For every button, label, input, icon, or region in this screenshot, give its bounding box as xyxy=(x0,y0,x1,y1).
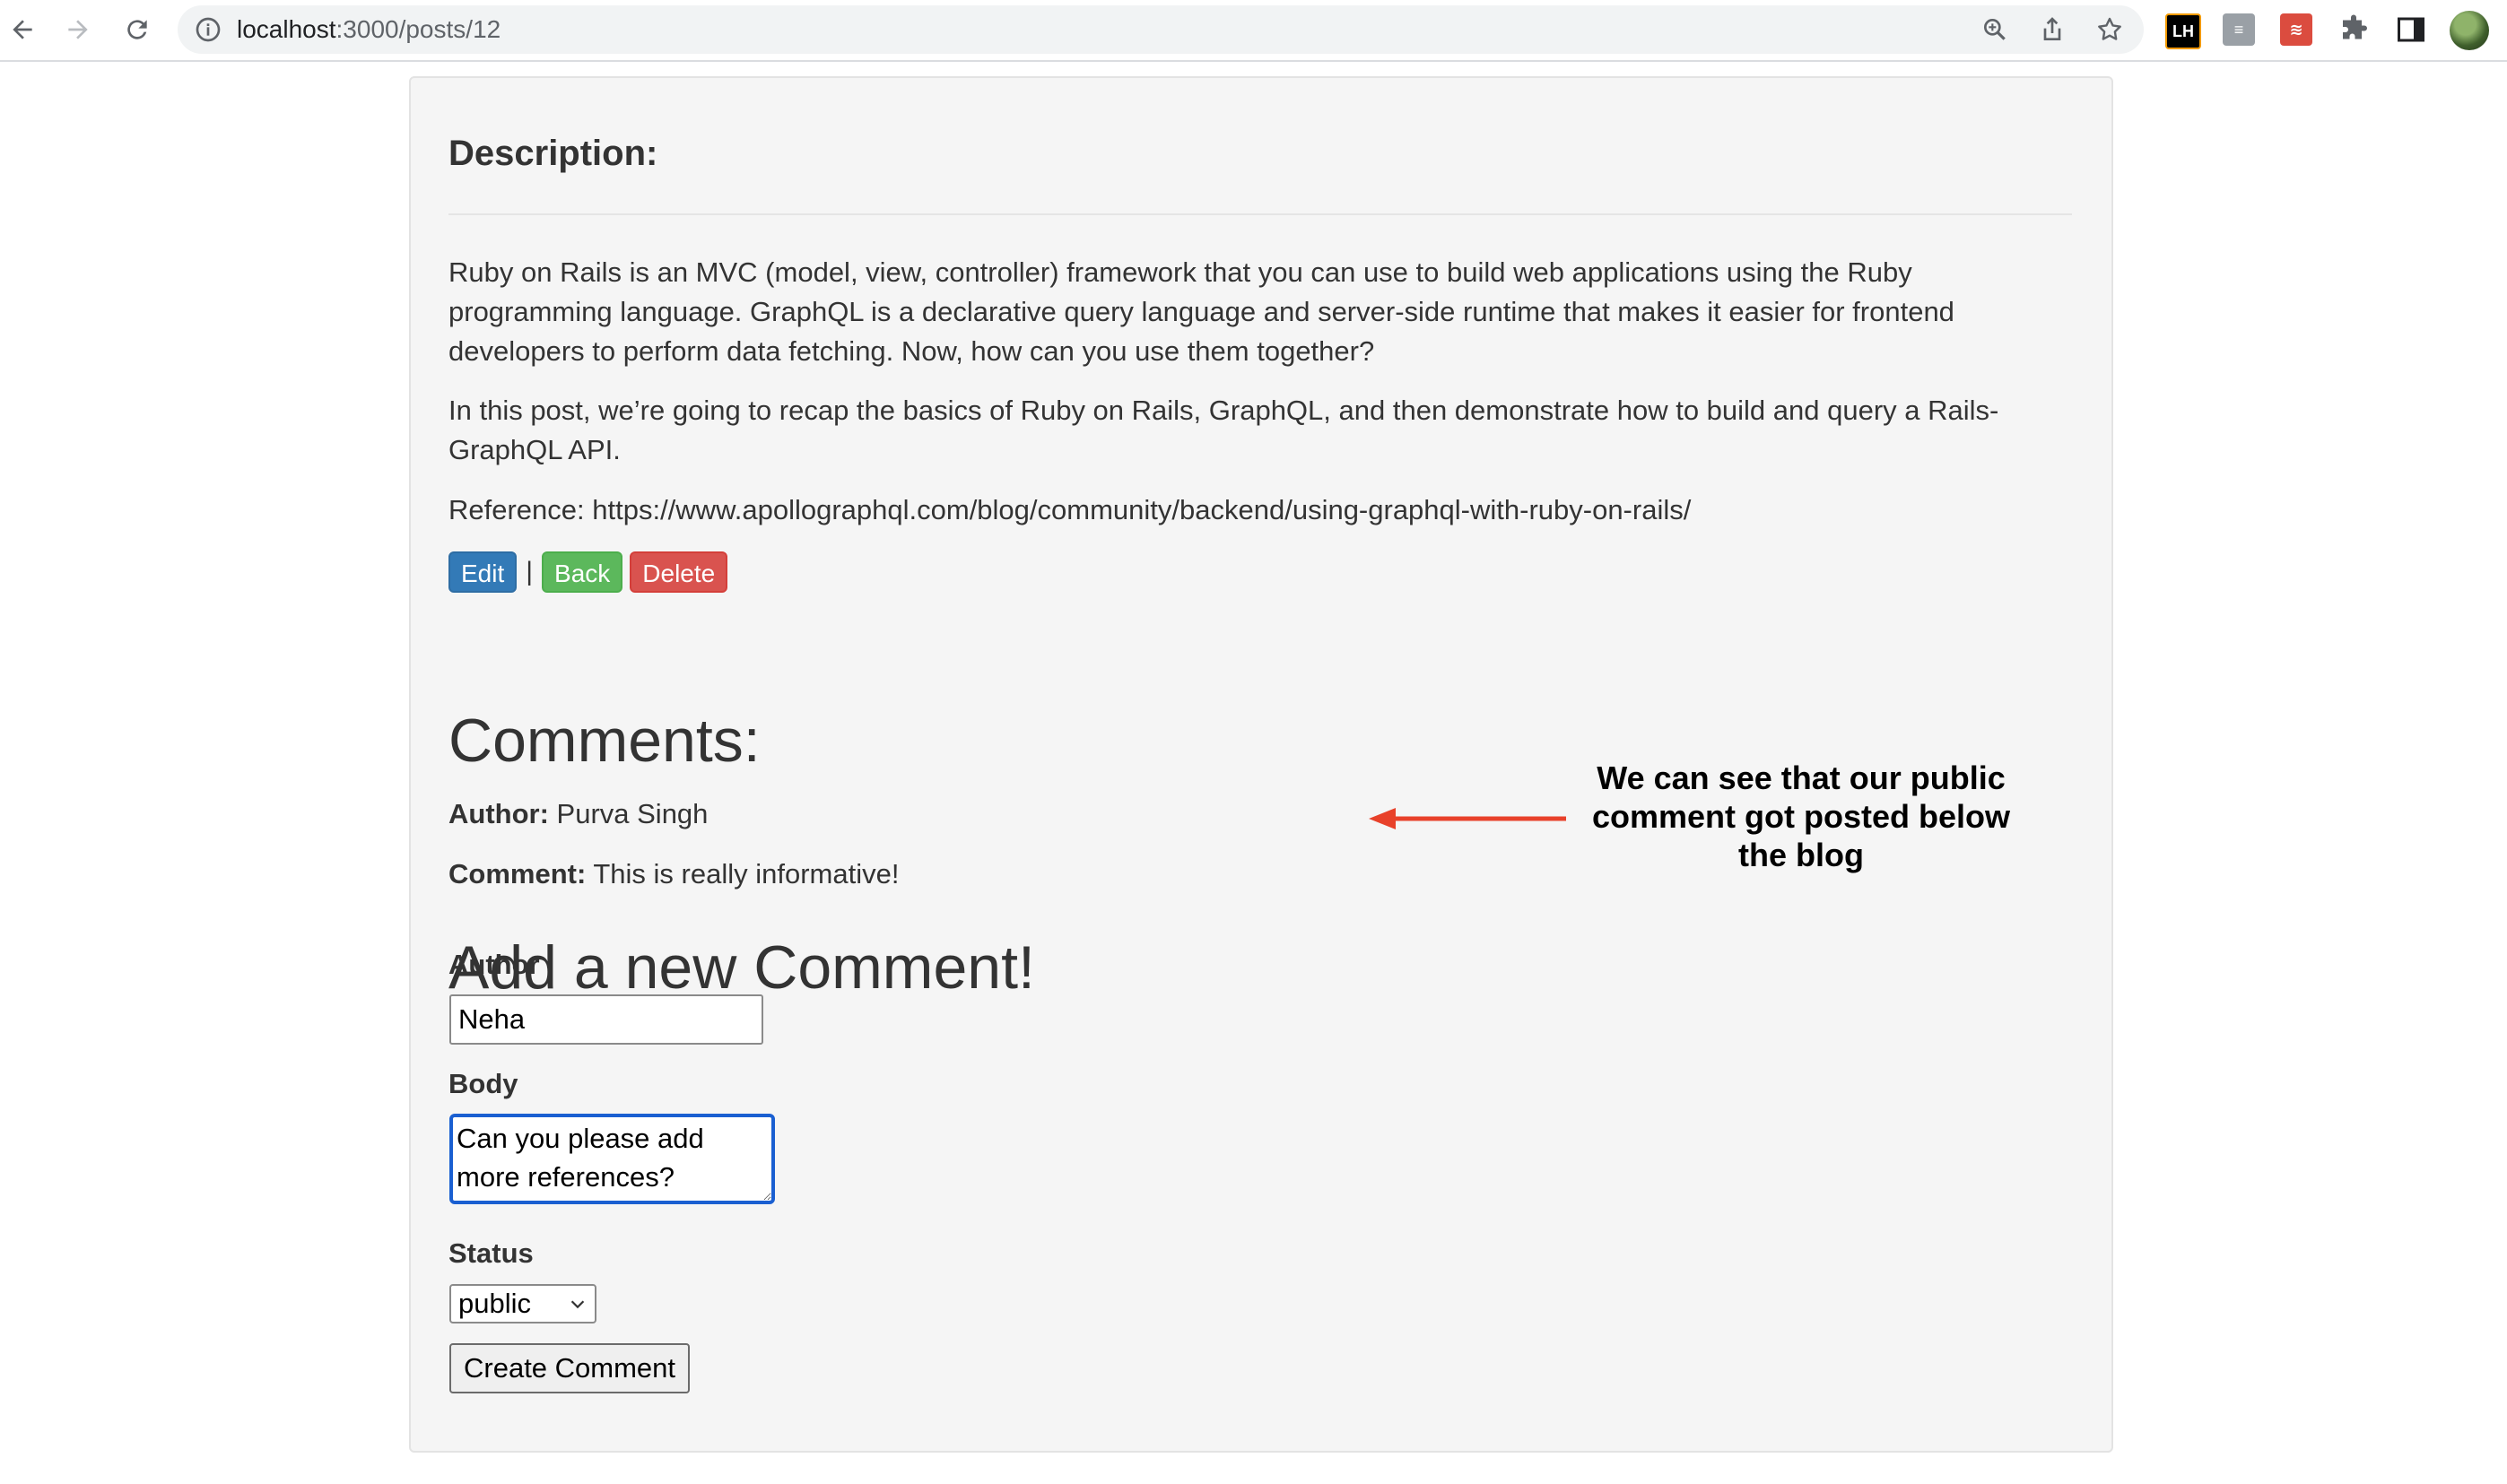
url-path: :3000/posts/12 xyxy=(335,15,501,43)
bookmark-star-icon[interactable] xyxy=(2095,15,2124,44)
delete-button[interactable]: Delete xyxy=(630,551,728,593)
reload-icon[interactable] xyxy=(117,9,158,50)
annotation-callout: We can see that our public comment got p… xyxy=(1591,759,2010,873)
body-field-label: Body xyxy=(448,1068,518,1099)
author-input[interactable] xyxy=(449,994,763,1045)
status-field-label: Status xyxy=(448,1237,534,1269)
comments-heading: Comments: xyxy=(448,707,761,775)
divider xyxy=(448,213,2072,215)
todoist-extension-icon[interactable]: ≋ xyxy=(2280,13,2312,46)
info-icon[interactable] xyxy=(194,15,222,44)
description-paragraph-1: Ruby on Rails is an MVC (model, view, co… xyxy=(448,256,1954,367)
comment-body-line: Comment: This is really informative! xyxy=(448,858,899,890)
share-icon[interactable] xyxy=(2038,15,2067,44)
zoom-icon[interactable] xyxy=(1980,15,2009,44)
url-text[interactable]: localhost:3000/posts/12 xyxy=(237,5,501,54)
action-separator: | xyxy=(526,557,534,586)
extensions-puzzle-icon[interactable] xyxy=(2337,13,2370,46)
profile-avatar[interactable] xyxy=(2450,11,2489,50)
reference-paragraph: Reference: https://www.apollographql.com… xyxy=(448,494,1692,525)
lighthouse-extension-icon[interactable]: LH xyxy=(2165,13,2201,49)
status-select[interactable]: public xyxy=(449,1284,596,1323)
chevron-down-icon xyxy=(570,1300,585,1309)
address-bar[interactable]: localhost:3000/posts/12 xyxy=(178,5,2144,54)
forward-arrow-icon[interactable] xyxy=(57,9,99,50)
comment-author-value: Purva Singh xyxy=(556,798,709,829)
post-actions: Edit | Back Delete xyxy=(448,551,728,594)
annotation-arrow-icon xyxy=(1369,808,1566,829)
url-host: localhost xyxy=(237,15,336,43)
comment-author-label: Author: xyxy=(448,798,549,829)
comment-body-label: Comment: xyxy=(448,858,587,890)
post-card: Description: Ruby on Rails is an MVC (mo… xyxy=(409,76,2113,1453)
description-heading: Description: xyxy=(448,134,658,173)
edit-button[interactable]: Edit xyxy=(448,551,518,593)
author-field-label: Author xyxy=(448,949,540,980)
browser-toolbar: localhost:3000/posts/12 LH ≡ ≋ xyxy=(0,0,2507,62)
back-arrow-icon[interactable] xyxy=(2,9,43,50)
reader-extension-icon[interactable]: ≡ xyxy=(2223,13,2255,46)
comment-body-value: This is really informative! xyxy=(593,858,900,890)
comment-author-line: Author: Purva Singh xyxy=(448,798,708,830)
side-panel-icon[interactable] xyxy=(2395,13,2427,46)
back-button[interactable]: Back xyxy=(542,551,623,593)
status-selected-value: public xyxy=(458,1288,531,1319)
body-textarea[interactable]: Can you please add more references? xyxy=(449,1114,775,1204)
description-paragraph-2: In this post, we’re going to recap the b… xyxy=(448,395,1999,465)
create-comment-button[interactable]: Create Comment xyxy=(449,1343,691,1393)
